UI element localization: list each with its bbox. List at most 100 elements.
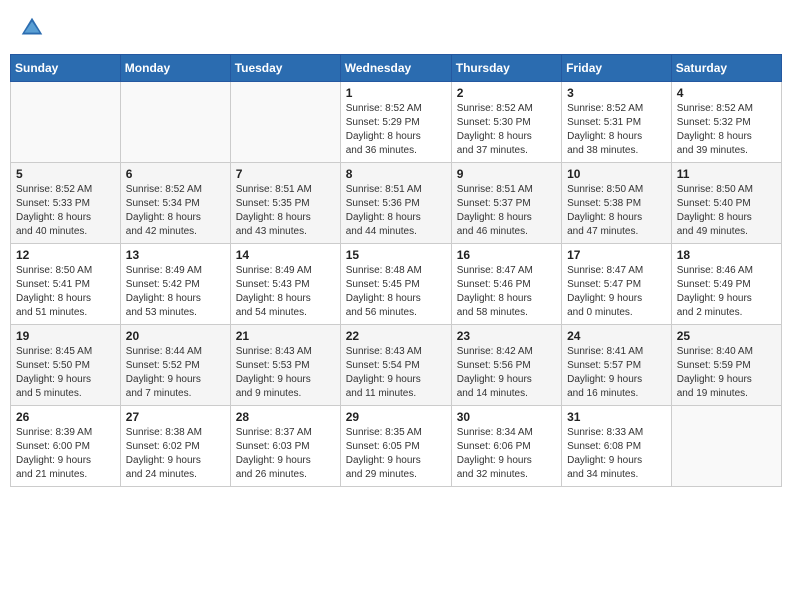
- calendar-cell: 29 Sunrise: 8:35 AM Sunset: 6:05 PM Dayli…: [340, 406, 451, 487]
- day-info: Sunrise: 8:38 AM Sunset: 6:02 PM Dayligh…: [126, 426, 225, 482]
- day-number: 15: [346, 248, 446, 262]
- day-info: Sunrise: 8:47 AM Sunset: 5:46 PM Dayligh…: [457, 264, 556, 320]
- calendar-cell: 4 Sunrise: 8:52 AM Sunset: 5:32 PM Daylig…: [671, 82, 781, 163]
- calendar-cell: 9Sunrise: 8:51 AM Sunset: 5:37 PM Daylig…: [451, 163, 561, 244]
- day-info: Sunrise: 8:42 AM Sunset: 5:56 PM Dayligh…: [457, 345, 556, 401]
- day-info: Sunrise: 8:52 AM Sunset: 5:31 PM Dayligh…: [567, 102, 666, 158]
- day-number: 22: [346, 329, 446, 343]
- day-info: Sunrise: 8:35 AM Sunset: 6:05 PM Dayligh…: [346, 426, 446, 482]
- day-info: Sunrise: 8:43 AM Sunset: 5:54 PM Dayligh…: [346, 345, 446, 401]
- calendar-cell: 13 Sunrise: 8:49 AM Sunset: 5:42 PM Dayli…: [120, 244, 230, 325]
- calendar-cell: 25 Sunrise: 8:40 AM Sunset: 5:59 PM Dayli…: [671, 325, 781, 406]
- day-info: Sunrise: 8:40 AM Sunset: 5:59 PM Dayligh…: [677, 345, 776, 401]
- day-number: 7: [236, 167, 335, 181]
- day-info: Sunrise: 8:47 AM Sunset: 5:47 PM Dayligh…: [567, 264, 666, 320]
- calendar-cell: 14 Sunrise: 8:49 AM Sunset: 5:43 PM Dayli…: [230, 244, 340, 325]
- calendar-cell: 28Sunrise: 8:37 AM Sunset: 6:03 PM Dayli…: [230, 406, 340, 487]
- calendar-cell: 3 Sunrise: 8:52 AM Sunset: 5:31 PM Daylig…: [562, 82, 672, 163]
- weekday-header-sunday: Sunday: [11, 55, 121, 82]
- day-info: Sunrise: 8:52 AM Sunset: 5:34 PM Dayligh…: [126, 183, 225, 239]
- calendar-cell: 5 Sunrise: 8:52 AM Sunset: 5:33 PM Daylig…: [11, 163, 121, 244]
- day-info: Sunrise: 8:50 AM Sunset: 5:41 PM Dayligh…: [16, 264, 115, 320]
- calendar-cell: [11, 82, 121, 163]
- weekday-header-tuesday: Tuesday: [230, 55, 340, 82]
- day-number: 1: [346, 86, 446, 100]
- calendar-cell: 22 Sunrise: 8:43 AM Sunset: 5:54 PM Dayli…: [340, 325, 451, 406]
- day-number: 12: [16, 248, 115, 262]
- weekday-header-thursday: Thursday: [451, 55, 561, 82]
- day-number: 11: [677, 167, 776, 181]
- day-number: 3: [567, 86, 666, 100]
- calendar-cell: 23 Sunrise: 8:42 AM Sunset: 5:56 PM Dayli…: [451, 325, 561, 406]
- day-info: Sunrise: 8:51 AM Sunset: 5:36 PM Dayligh…: [346, 183, 446, 239]
- day-number: 13: [126, 248, 225, 262]
- day-info: Sunrise: 8:52 AM Sunset: 5:32 PM Dayligh…: [677, 102, 776, 158]
- weekday-header-wednesday: Wednesday: [340, 55, 451, 82]
- day-number: 8: [346, 167, 446, 181]
- day-info: Sunrise: 8:52 AM Sunset: 5:33 PM Dayligh…: [16, 183, 115, 239]
- day-number: 21: [236, 329, 335, 343]
- day-number: 29: [346, 410, 446, 424]
- calendar-table: SundayMondayTuesdayWednesdayThursdayFrid…: [10, 54, 782, 487]
- calendar-cell: 21 Sunrise: 8:43 AM Sunset: 5:53 PM Dayli…: [230, 325, 340, 406]
- calendar-cell: 19 Sunrise: 8:45 AM Sunset: 5:50 PM Dayli…: [11, 325, 121, 406]
- day-info: Sunrise: 8:50 AM Sunset: 5:40 PM Dayligh…: [677, 183, 776, 239]
- calendar-week-row: 26 Sunrise: 8:39 AM Sunset: 6:00 PM Dayli…: [11, 406, 782, 487]
- day-info: Sunrise: 8:49 AM Sunset: 5:43 PM Dayligh…: [236, 264, 335, 320]
- calendar-cell: 12 Sunrise: 8:50 AM Sunset: 5:41 PM Dayli…: [11, 244, 121, 325]
- calendar-cell: 16 Sunrise: 8:47 AM Sunset: 5:46 PM Dayli…: [451, 244, 561, 325]
- day-number: 26: [16, 410, 115, 424]
- calendar-cell: [120, 82, 230, 163]
- day-info: Sunrise: 8:43 AM Sunset: 5:53 PM Dayligh…: [236, 345, 335, 401]
- calendar-cell: 20 Sunrise: 8:44 AM Sunset: 5:52 PM Dayli…: [120, 325, 230, 406]
- day-info: Sunrise: 8:52 AM Sunset: 5:30 PM Dayligh…: [457, 102, 556, 158]
- weekday-header-row: SundayMondayTuesdayWednesdayThursdayFrid…: [11, 55, 782, 82]
- calendar-cell: 27Sunrise: 8:38 AM Sunset: 6:02 PM Dayli…: [120, 406, 230, 487]
- day-number: 14: [236, 248, 335, 262]
- day-number: 9: [457, 167, 556, 181]
- logo-icon: [18, 14, 46, 42]
- day-number: 6: [126, 167, 225, 181]
- calendar-cell: 15Sunrise: 8:48 AM Sunset: 5:45 PM Dayli…: [340, 244, 451, 325]
- day-info: Sunrise: 8:33 AM Sunset: 6:08 PM Dayligh…: [567, 426, 666, 482]
- day-number: 20: [126, 329, 225, 343]
- day-info: Sunrise: 8:46 AM Sunset: 5:49 PM Dayligh…: [677, 264, 776, 320]
- day-number: 18: [677, 248, 776, 262]
- calendar-cell: 18 Sunrise: 8:46 AM Sunset: 5:49 PM Dayli…: [671, 244, 781, 325]
- day-info: Sunrise: 8:51 AM Sunset: 5:35 PM Dayligh…: [236, 183, 335, 239]
- day-info: Sunrise: 8:34 AM Sunset: 6:06 PM Dayligh…: [457, 426, 556, 482]
- day-number: 10: [567, 167, 666, 181]
- calendar-cell: 30 Sunrise: 8:34 AM Sunset: 6:06 PM Dayli…: [451, 406, 561, 487]
- day-number: 5: [16, 167, 115, 181]
- calendar-cell: 7 Sunrise: 8:51 AM Sunset: 5:35 PM Daylig…: [230, 163, 340, 244]
- logo: [18, 14, 50, 42]
- day-number: 19: [16, 329, 115, 343]
- calendar-cell: 10 Sunrise: 8:50 AM Sunset: 5:38 PM Dayli…: [562, 163, 672, 244]
- calendar-week-row: 19 Sunrise: 8:45 AM Sunset: 5:50 PM Dayli…: [11, 325, 782, 406]
- day-info: Sunrise: 8:41 AM Sunset: 5:57 PM Dayligh…: [567, 345, 666, 401]
- day-info: Sunrise: 8:45 AM Sunset: 5:50 PM Dayligh…: [16, 345, 115, 401]
- calendar-cell: 26 Sunrise: 8:39 AM Sunset: 6:00 PM Dayli…: [11, 406, 121, 487]
- calendar-week-row: 1Sunrise: 8:52 AM Sunset: 5:29 PM Daylig…: [11, 82, 782, 163]
- weekday-header-friday: Friday: [562, 55, 672, 82]
- day-number: 25: [677, 329, 776, 343]
- calendar-cell: 2Sunrise: 8:52 AM Sunset: 5:30 PM Daylig…: [451, 82, 561, 163]
- day-info: Sunrise: 8:44 AM Sunset: 5:52 PM Dayligh…: [126, 345, 225, 401]
- calendar-cell: 6 Sunrise: 8:52 AM Sunset: 5:34 PM Daylig…: [120, 163, 230, 244]
- calendar-cell: 8 Sunrise: 8:51 AM Sunset: 5:36 PM Daylig…: [340, 163, 451, 244]
- day-number: 31: [567, 410, 666, 424]
- day-number: 23: [457, 329, 556, 343]
- weekday-header-monday: Monday: [120, 55, 230, 82]
- day-info: Sunrise: 8:50 AM Sunset: 5:38 PM Dayligh…: [567, 183, 666, 239]
- day-info: Sunrise: 8:37 AM Sunset: 6:03 PM Dayligh…: [236, 426, 335, 482]
- day-info: Sunrise: 8:49 AM Sunset: 5:42 PM Dayligh…: [126, 264, 225, 320]
- day-number: 4: [677, 86, 776, 100]
- calendar-cell: 17 Sunrise: 8:47 AM Sunset: 5:47 PM Dayli…: [562, 244, 672, 325]
- calendar-cell: 1Sunrise: 8:52 AM Sunset: 5:29 PM Daylig…: [340, 82, 451, 163]
- day-info: Sunrise: 8:39 AM Sunset: 6:00 PM Dayligh…: [16, 426, 115, 482]
- day-number: 30: [457, 410, 556, 424]
- day-number: 16: [457, 248, 556, 262]
- day-number: 17: [567, 248, 666, 262]
- calendar-week-row: 5 Sunrise: 8:52 AM Sunset: 5:33 PM Daylig…: [11, 163, 782, 244]
- page-header: [10, 10, 782, 46]
